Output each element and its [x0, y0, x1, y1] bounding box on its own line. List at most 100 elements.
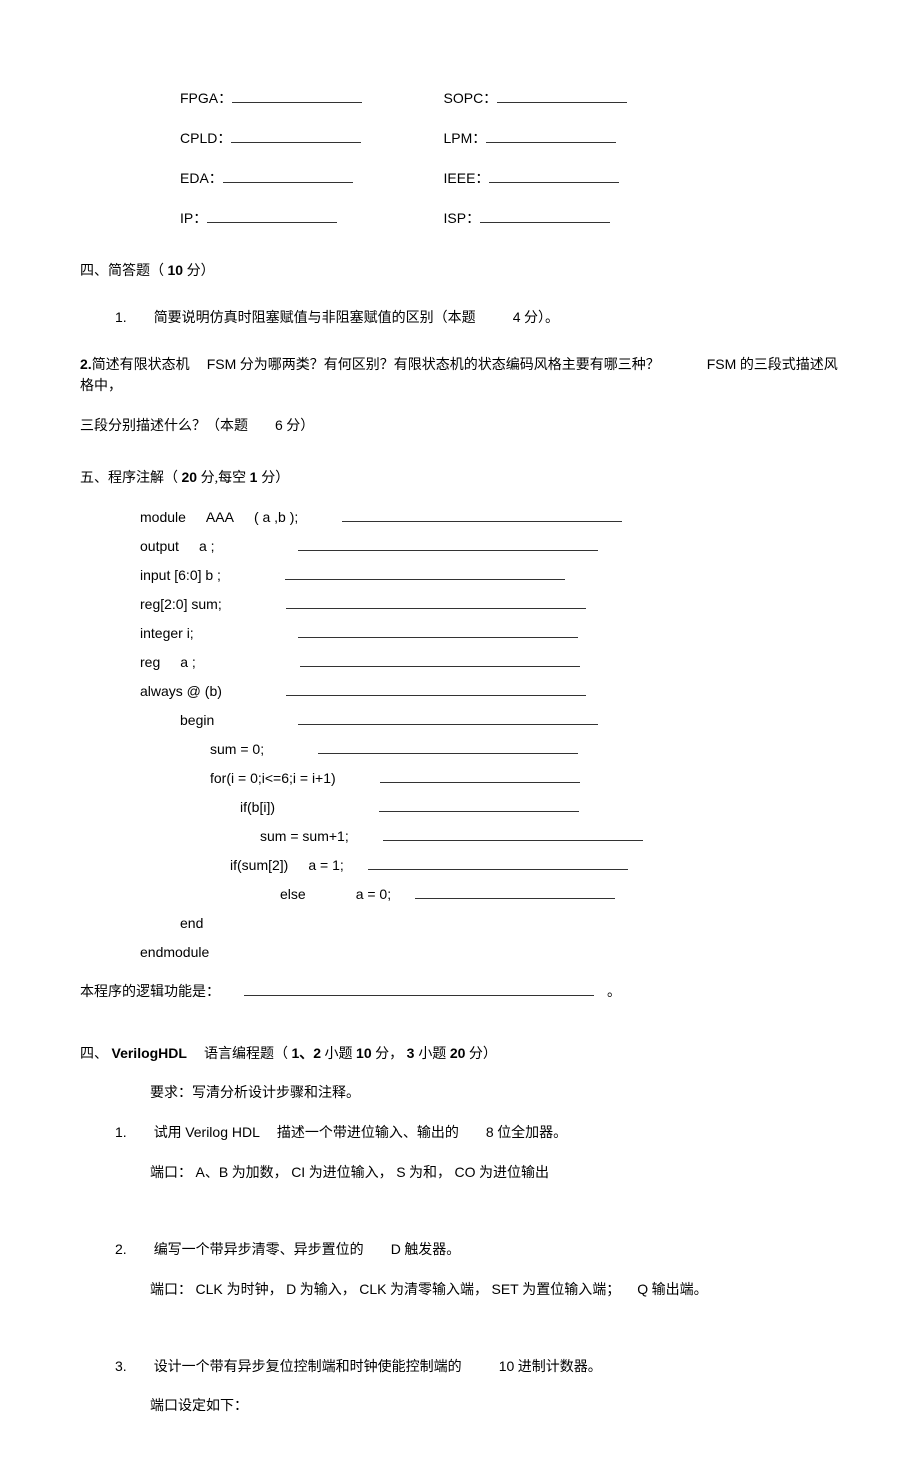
text: 端口： — [150, 1166, 192, 1181]
blank[interactable] — [300, 652, 580, 667]
text: 分）。 — [524, 311, 559, 326]
blank[interactable] — [379, 797, 579, 812]
section4b-q2-line1: 2. 编写一个带异步清零、异步置位的 D 触发器。 — [80, 1239, 840, 1261]
abbr-eda: EDA： — [180, 168, 440, 190]
points-value: 6 — [275, 417, 283, 433]
abbr-row-1: CPLD： LPM： — [80, 128, 840, 150]
blank[interactable] — [497, 88, 627, 103]
text: CLK — [359, 1281, 386, 1297]
text: D — [391, 1241, 401, 1257]
text: 分,每空 — [201, 471, 247, 486]
text: 触发器。 — [404, 1243, 460, 1258]
code-line: input [6:0] b ; — [140, 565, 840, 586]
text: 简要说明仿真时阻塞赋值与非阻塞赋值的区别（本题 — [154, 311, 476, 326]
text: VerilogHDL — [112, 1045, 187, 1061]
text: Q — [637, 1281, 648, 1297]
text: 分） — [469, 1047, 497, 1062]
text: 分） — [261, 471, 289, 486]
text: 端口： — [150, 1283, 192, 1298]
blank[interactable] — [368, 855, 628, 870]
text: 10 — [499, 1358, 515, 1374]
abbr-isp: ISP： — [444, 208, 611, 230]
abbr-ip: IP： — [180, 208, 440, 230]
blank[interactable] — [298, 623, 578, 638]
blank[interactable] — [231, 128, 361, 143]
text: 三段分别描述什么？（本题 — [80, 419, 248, 434]
text: 。 — [607, 985, 621, 1000]
section-5-heading: 五、程序注解（ 20 分,每空 1 分） — [80, 467, 840, 489]
text: 进制计数器。 — [518, 1360, 602, 1375]
text: 小题 — [418, 1047, 446, 1062]
blank[interactable] — [383, 826, 643, 841]
text: 为置位输入端； — [522, 1283, 620, 1298]
text: 端口设定如下： — [150, 1399, 248, 1414]
blank[interactable] — [298, 710, 598, 725]
section4b-q3-line1: 3. 设计一个带有异步复位控制端和时钟使能控制端的 10 进制计数器。 — [80, 1356, 840, 1378]
text: D — [286, 1281, 296, 1297]
item-number: 2. — [80, 356, 92, 372]
code-line: sum = 0; — [140, 739, 840, 760]
section4b-q1-line2: 端口： A、B 为加数， CI 为进位输入， S 为和， CO 为进位输出 — [80, 1162, 840, 1184]
blank[interactable] — [342, 507, 622, 522]
abbr-ieee: IEEE： — [444, 168, 620, 190]
abbr-fpga: FPGA： — [180, 88, 440, 110]
program-function-prompt: 本程序的逻辑功能是： 。 — [80, 981, 840, 1003]
code-line: always @ (b) — [140, 681, 840, 702]
section4b-q1-line1: 1. 试用 Verilog HDL 描述一个带进位输入、输出的 8 位全加器。 — [80, 1122, 840, 1144]
item-number: 2. — [115, 1241, 127, 1257]
blank[interactable] — [415, 884, 615, 899]
text: 为进位输出 — [479, 1166, 549, 1181]
code-line: if(sum[2])a = 1; — [140, 855, 840, 876]
abbr-lpm: LPM： — [444, 128, 617, 150]
text: 1、2 — [291, 1045, 321, 1061]
blank[interactable] — [480, 208, 610, 223]
text: Verilog HDL — [185, 1124, 260, 1140]
text: 为输入， — [300, 1283, 356, 1298]
blank[interactable] — [380, 768, 580, 783]
abbr-cpld: CPLD： — [180, 128, 440, 150]
points-value: 10 — [356, 1045, 372, 1061]
text: FSM — [207, 356, 237, 372]
text: 为进位输入， — [309, 1166, 393, 1181]
text: CO — [455, 1164, 476, 1180]
item-number: 3. — [115, 1358, 127, 1374]
blank[interactable] — [486, 128, 616, 143]
blank[interactable] — [207, 208, 337, 223]
code-line: integer i; — [140, 623, 840, 644]
abbr-row-2: EDA： IEEE： — [80, 168, 840, 190]
points-value: 4 — [513, 309, 521, 325]
text: 四、简答题（ — [80, 264, 164, 279]
section4b-q2-line2: 端口： CLK 为时钟， D 为输入， CLK 为清零输入端， SET 为置位输… — [80, 1279, 840, 1301]
code-line: if(b[i]) — [140, 797, 840, 818]
code-line: reg[2:0] sum; — [140, 594, 840, 615]
text: 本程序的逻辑功能是： — [80, 985, 220, 1000]
blank[interactable] — [286, 594, 586, 609]
text: 试用 — [154, 1126, 182, 1141]
text: 分） — [283, 419, 315, 434]
text: 位全加器。 — [497, 1126, 567, 1141]
text: 分为哪两类？有何区别？有限状态机的状态编码风格主要有哪三种？ — [236, 358, 660, 373]
text: 分） — [187, 264, 215, 279]
text: 要求：写清分析设计步骤和注释。 — [150, 1086, 360, 1101]
text: CLK — [196, 1281, 227, 1297]
text: 五、程序注解（ — [80, 471, 178, 486]
item-number: 1. — [115, 309, 127, 325]
blank[interactable] — [223, 168, 353, 183]
blank[interactable] — [244, 981, 594, 996]
blank[interactable] — [286, 681, 586, 696]
section4-q1: 1. 简要说明仿真时阻塞赋值与非阻塞赋值的区别（本题 4 分）。 — [80, 307, 840, 329]
text: 为时钟， — [227, 1283, 283, 1298]
blank[interactable] — [489, 168, 619, 183]
text: 描述一个带进位输入、输出的 — [277, 1126, 459, 1141]
text: 语言编程题（ — [204, 1047, 288, 1062]
text: 为加数， — [232, 1166, 288, 1181]
item-number: 1. — [115, 1124, 127, 1140]
blank[interactable] — [318, 739, 578, 754]
blank[interactable] — [298, 536, 598, 551]
blank[interactable] — [232, 88, 362, 103]
blank[interactable] — [285, 565, 565, 580]
section4b-q3-line2: 端口设定如下： — [80, 1396, 840, 1417]
text: 8 — [486, 1124, 494, 1140]
text: 四、 — [80, 1047, 108, 1062]
text: A、B — [196, 1164, 229, 1180]
